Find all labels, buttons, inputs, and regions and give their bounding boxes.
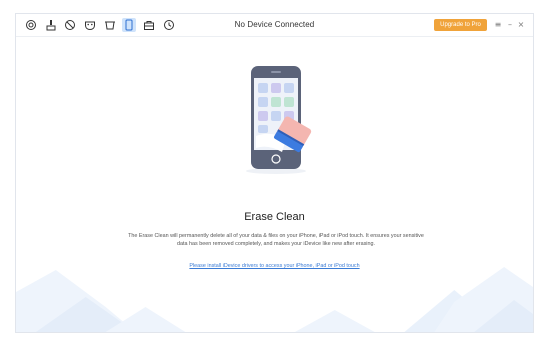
app-window: No Device Connected Upgrade to Pro ≡ – × <box>15 13 534 333</box>
menu-icon[interactable]: ≡ <box>494 19 502 29</box>
background-mountains <box>16 267 533 332</box>
minimize-icon[interactable]: – <box>506 19 514 29</box>
description-line: The Erase Clean will permanently delete … <box>128 233 424 239</box>
title-bar: No Device Connected Upgrade to Pro ≡ – × <box>16 14 533 37</box>
phone-eraser-illustration <box>246 66 312 174</box>
page-title: Erase Clean <box>244 211 305 223</box>
description-line: data has been removed completely, and ma… <box>177 241 375 247</box>
upgrade-button[interactable]: Upgrade to Pro <box>434 19 487 31</box>
description-text: The Erase Clean will permanently delete … <box>96 232 456 248</box>
install-drivers-link[interactable]: Please install iDevice drivers to access… <box>16 263 533 269</box>
close-icon[interactable]: × <box>517 19 525 29</box>
